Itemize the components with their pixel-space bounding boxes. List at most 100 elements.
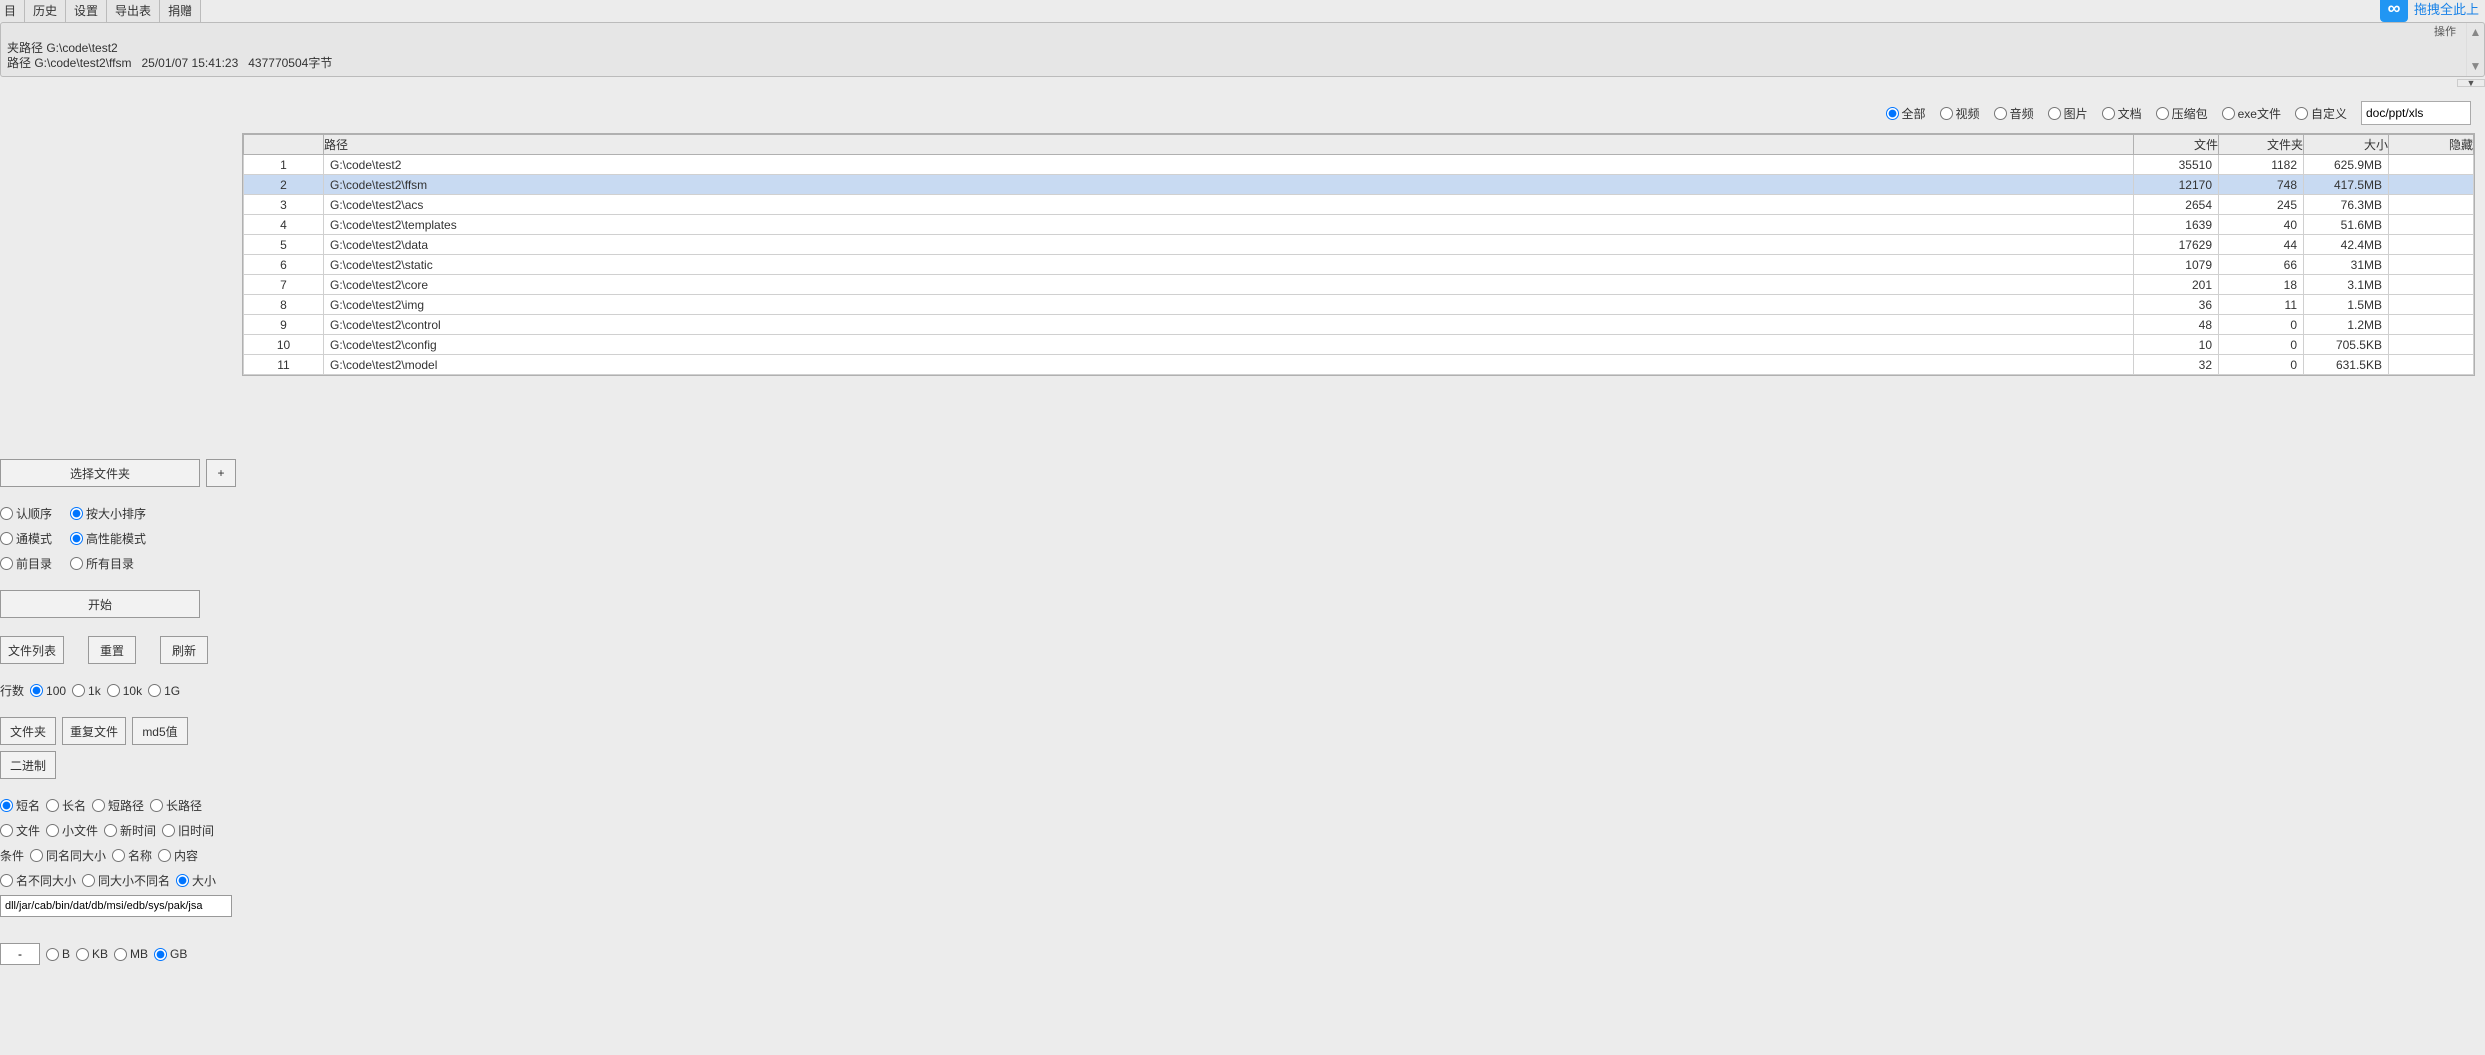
content-radio[interactable] [158, 849, 171, 862]
filter-custom-radio[interactable] [2295, 107, 2308, 120]
dir-all-radio[interactable] [70, 557, 83, 570]
newtime-radio[interactable] [104, 824, 117, 837]
cell-size: 625.9MB [2304, 155, 2389, 175]
infinity-icon[interactable]: ∞ [2380, 0, 2408, 22]
col-header-size[interactable]: 大小 [2304, 135, 2389, 155]
col-header-files[interactable]: 文件 [2134, 135, 2219, 155]
order-size-radio[interactable] [70, 507, 83, 520]
cell-folders: 18 [2219, 275, 2304, 295]
choose-folder-button[interactable]: 选择文件夹 [0, 459, 200, 487]
binary-button[interactable]: 二进制 [0, 751, 56, 779]
md5-button[interactable]: md5值 [132, 717, 188, 745]
filter-all-radio[interactable] [1886, 107, 1899, 120]
table-row[interactable]: 4G:\code\test2\templates16394051.6MB [244, 215, 2474, 235]
start-button[interactable]: 开始 [0, 590, 200, 618]
rows-100-radio[interactable] [30, 684, 43, 697]
rows-1k-radio[interactable] [72, 684, 85, 697]
cell-index: 7 [244, 275, 324, 295]
cell-size: 631.5KB [2304, 355, 2389, 375]
cell-index: 9 [244, 315, 324, 335]
order-size-label: 按大小排序 [86, 505, 146, 522]
unit-b-radio[interactable] [46, 948, 59, 961]
unit-gb-radio[interactable] [154, 948, 167, 961]
sizeonly-radio[interactable] [176, 874, 189, 887]
longname-radio[interactable] [46, 799, 59, 812]
reset-button[interactable]: 重置 [88, 636, 136, 664]
cell-folders: 11 [2219, 295, 2304, 315]
name-radio[interactable] [112, 849, 125, 862]
cell-hidden [2389, 175, 2474, 195]
filter-video-radio[interactable] [1940, 107, 1953, 120]
filter-zip-radio[interactable] [2156, 107, 2169, 120]
col-header-index[interactable] [244, 135, 324, 155]
rows-1g-radio[interactable] [148, 684, 161, 697]
table-row[interactable]: 8G:\code\test2\img36111.5MB [244, 295, 2474, 315]
table-row[interactable]: 3G:\code\test2\acs265424576.3MB [244, 195, 2474, 215]
dup-file-button[interactable]: 重复文件 [62, 717, 126, 745]
cell-path: G:\code\test2 [324, 155, 2134, 175]
dir-all-label: 所有目录 [86, 555, 134, 572]
cell-index: 4 [244, 215, 324, 235]
folder-button[interactable]: 文件夹 [0, 717, 56, 745]
smallfile-radio[interactable] [46, 824, 59, 837]
table-row[interactable]: 6G:\code\test2\static10796631MB [244, 255, 2474, 275]
table-row[interactable]: 10G:\code\test2\config100705.5KB [244, 335, 2474, 355]
cell-hidden [2389, 275, 2474, 295]
cell-size: 76.3MB [2304, 195, 2389, 215]
filter-image-radio[interactable] [2048, 107, 2061, 120]
mode-highperf-radio[interactable] [70, 532, 83, 545]
shortpath-radio[interactable] [92, 799, 105, 812]
table-row[interactable]: 2G:\code\test2\ffsm12170748417.5MB [244, 175, 2474, 195]
cell-index: 10 [244, 335, 324, 355]
oldtime-radio[interactable] [162, 824, 175, 837]
filter-exe-radio[interactable] [2222, 107, 2235, 120]
sizediffname-radio[interactable] [82, 874, 95, 887]
cell-index: 3 [244, 195, 324, 215]
collapse-toggle-icon[interactable]: ▼ [2457, 79, 2485, 87]
cell-path: G:\code\test2\static [324, 255, 2134, 275]
cell-index: 2 [244, 175, 324, 195]
cell-files: 1639 [2134, 215, 2219, 235]
cell-index: 1 [244, 155, 324, 175]
menu-item-donate[interactable]: 捐赠 [159, 0, 201, 22]
bigfile-radio[interactable] [0, 824, 13, 837]
col-header-path[interactable]: 路径 [324, 135, 2134, 155]
cell-size: 42.4MB [2304, 235, 2389, 255]
info-scrollbar[interactable]: ▲▼ [2466, 23, 2484, 76]
table-row[interactable]: 11G:\code\test2\model320631.5KB [244, 355, 2474, 375]
menu-item-unknown[interactable]: 目 [0, 0, 25, 22]
custom-ext-input[interactable] [2361, 101, 2471, 125]
range-input[interactable] [0, 943, 40, 965]
samenamesize-radio[interactable] [30, 849, 43, 862]
longpath-radio[interactable] [150, 799, 163, 812]
refresh-button[interactable]: 刷新 [160, 636, 208, 664]
cell-hidden [2389, 315, 2474, 335]
namediffsize-radio[interactable] [0, 874, 13, 887]
table-row[interactable]: 7G:\code\test2\core201183.1MB [244, 275, 2474, 295]
filter-audio-radio[interactable] [1994, 107, 2007, 120]
cell-path: G:\code\test2\control [324, 315, 2134, 335]
shortname-radio[interactable] [0, 799, 13, 812]
file-list-button[interactable]: 文件列表 [0, 636, 64, 664]
order-default-radio[interactable] [0, 507, 13, 520]
table-row[interactable]: 1G:\code\test2355101182625.9MB [244, 155, 2474, 175]
rows-10k-radio[interactable] [107, 684, 120, 697]
dir-current-radio[interactable] [0, 557, 13, 570]
ext-filter-input[interactable] [0, 895, 232, 917]
cell-path: G:\code\test2\ffsm [324, 175, 2134, 195]
unit-kb-radio[interactable] [76, 948, 89, 961]
col-header-folders[interactable]: 文件夹 [2219, 135, 2304, 155]
table-row[interactable]: 9G:\code\test2\control4801.2MB [244, 315, 2474, 335]
add-folder-button[interactable]: + [206, 459, 236, 487]
table-row[interactable]: 5G:\code\test2\data176294442.4MB [244, 235, 2474, 255]
mode-normal-radio[interactable] [0, 532, 13, 545]
cell-files: 10 [2134, 335, 2219, 355]
cell-path: G:\code\test2\core [324, 275, 2134, 295]
menu-item-settings[interactable]: 设置 [65, 0, 107, 22]
menu-item-history[interactable]: 历史 [24, 0, 66, 22]
unit-mb-radio[interactable] [114, 948, 127, 961]
filter-doc-radio[interactable] [2102, 107, 2115, 120]
col-header-hidden[interactable]: 隐藏 [2389, 135, 2474, 155]
cell-size: 417.5MB [2304, 175, 2389, 195]
menu-item-export[interactable]: 导出表 [106, 0, 160, 22]
